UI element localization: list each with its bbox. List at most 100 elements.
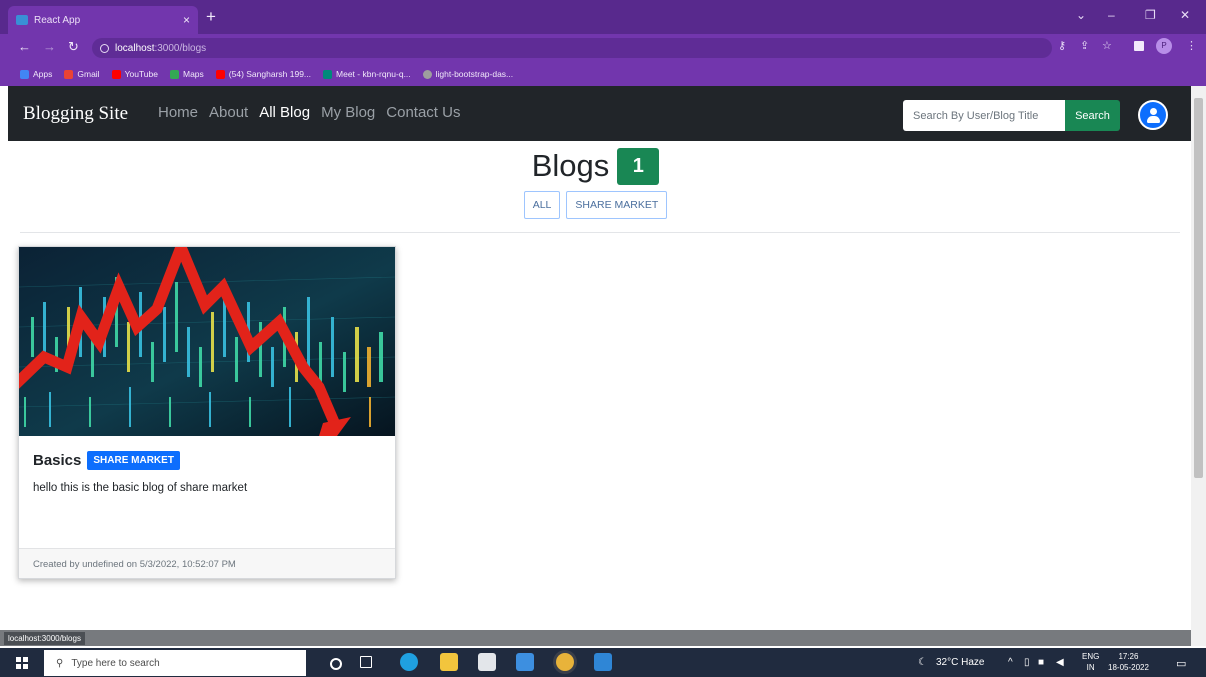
language-code: ENG <box>1082 652 1100 661</box>
region-code: IN <box>1086 663 1095 672</box>
nav-link-my-blog[interactable]: My Blog <box>321 104 375 121</box>
search-button[interactable]: Search <box>1065 100 1120 131</box>
weather-text[interactable]: 32°C Haze <box>936 657 984 668</box>
extension-icon[interactable] <box>1134 41 1144 51</box>
share-icon[interactable]: ⇪ <box>1080 39 1089 52</box>
youtube-icon <box>215 69 225 79</box>
github-icon <box>422 69 432 79</box>
link-status-bubble: localhost:3000/blogs <box>4 632 85 645</box>
scrollbar-thumb[interactable] <box>1194 98 1203 478</box>
bookmark-label: light-bootstrap-das... <box>435 69 514 79</box>
bookmark-apps[interactable]: Apps <box>20 69 52 79</box>
category-filters: ALL SHARE MARKET <box>0 191 1191 219</box>
profile-avatar[interactable]: P <box>1156 38 1172 54</box>
avatar-head <box>1150 108 1157 115</box>
brand-logo[interactable]: Blogging Site <box>23 103 128 125</box>
clock-time: 17:26 <box>1118 652 1139 661</box>
edge-icon[interactable] <box>400 653 418 671</box>
chrome-menu-icon[interactable]: ⋮ <box>1186 39 1197 52</box>
search-icon: ⚲ <box>56 657 64 669</box>
screen: React App × + ⌄ – ❐ ✕ ← → ↻ localhost:30… <box>0 0 1206 677</box>
cortana-icon[interactable] <box>330 658 342 670</box>
maximize-icon[interactable]: ❐ <box>1145 8 1156 22</box>
user-avatar-icon[interactable] <box>1138 100 1168 130</box>
nav-link-contact-us[interactable]: Contact Us <box>386 104 460 121</box>
tab-close-icon[interactable]: × <box>183 13 190 27</box>
browser-tab[interactable]: React App × <box>8 6 198 34</box>
bookmark-label: Gmail <box>77 69 100 79</box>
search-input[interactable] <box>903 100 1065 131</box>
bookmark-label: Meet - kbn-rqnu-q... <box>336 69 411 79</box>
vscode-icon[interactable] <box>594 653 612 671</box>
filter-all-button[interactable]: ALL <box>523 191 561 219</box>
bookmark-meet[interactable]: Meet - kbn-rqnu-q... <box>323 69 411 79</box>
card-title-row: Basics SHARE MARKET <box>33 451 180 470</box>
taskbar-search-box[interactable]: ⚲ Type here to search <box>44 650 306 676</box>
tab-title: React App <box>34 14 81 26</box>
react-favicon-icon <box>16 15 28 25</box>
page-header: Blogs 1 <box>0 145 1191 187</box>
app-navbar: Blogging Site Home About All Blog My Blo… <box>8 86 1191 141</box>
url-path: :3000/blogs <box>154 42 207 54</box>
language-indicator[interactable]: ENG IN <box>1082 651 1099 673</box>
maps-icon <box>169 69 179 79</box>
status-strip <box>0 630 1191 646</box>
bookmark-sangharsh[interactable]: (54) Sangharsh 199... <box>215 69 312 79</box>
bookmark-youtube[interactable]: YouTube <box>111 69 158 79</box>
minimize-icon[interactable]: – <box>1108 8 1115 22</box>
bookmark-label: YouTube <box>124 69 158 79</box>
nav-link-all-blog[interactable]: All Blog <box>259 104 310 121</box>
site-info-icon[interactable] <box>100 43 109 53</box>
forward-arrow-icon[interactable]: → <box>43 40 56 54</box>
taskbar-clock[interactable]: 17:26 18-05-2022 <box>1108 651 1149 673</box>
weather-icon[interactable]: ☾ <box>918 657 927 668</box>
bookmark-label: Maps <box>182 69 204 79</box>
bookmark-star-icon[interactable]: ☆ <box>1102 39 1112 52</box>
bookmark-light-bootstrap[interactable]: light-bootstrap-das... <box>422 69 514 79</box>
windows-start-icon[interactable] <box>16 657 28 669</box>
blog-card[interactable]: Basics SHARE MARKET hello this is the ba… <box>18 246 396 579</box>
blog-title[interactable]: Basics <box>33 452 81 469</box>
back-arrow-icon[interactable]: ← <box>18 40 31 54</box>
new-tab-button[interactable]: + <box>206 8 216 26</box>
mail-icon[interactable] <box>516 653 534 671</box>
nav-link-about[interactable]: About <box>209 104 248 121</box>
close-window-icon[interactable]: ✕ <box>1180 8 1190 22</box>
bookmarks-bar: Apps Gmail YouTube Maps (54) Sangharsh 1… <box>0 62 1206 86</box>
file-explorer-icon[interactable] <box>440 653 458 671</box>
avatar-body <box>1147 116 1160 123</box>
battery-icon[interactable]: ▯ <box>1024 657 1030 668</box>
address-bar[interactable]: localhost:3000/blogs <box>92 38 1052 58</box>
bookmark-label: Apps <box>33 69 53 79</box>
camera-icon[interactable]: ■ <box>1038 657 1044 668</box>
gmail-icon <box>64 69 74 79</box>
stock-chart-image <box>19 247 395 436</box>
page-title: Blogs <box>531 148 610 183</box>
bookmark-label: (54) Sangharsh 199... <box>228 69 312 79</box>
filter-share-market-button[interactable]: SHARE MARKET <box>566 191 668 219</box>
bookmark-maps[interactable]: Maps <box>169 69 204 79</box>
task-view-icon[interactable] <box>360 656 372 668</box>
blog-count-badge: 1 <box>617 147 660 185</box>
nav-link-home[interactable]: Home <box>158 104 198 121</box>
volume-icon[interactable]: ◀ <box>1056 657 1064 668</box>
clock-date: 18-05-2022 <box>1108 663 1149 672</box>
nav-links: Home About All Blog My Blog Contact Us <box>158 104 460 121</box>
meet-icon <box>323 69 333 79</box>
category-badge[interactable]: SHARE MARKET <box>87 451 180 470</box>
bookmark-gmail[interactable]: Gmail <box>64 69 100 79</box>
tray-chevron-icon[interactable]: ^ <box>1008 657 1013 668</box>
blog-excerpt: hello this is the basic blog of share ma… <box>33 482 248 494</box>
notifications-icon[interactable]: ▭ <box>1176 657 1186 670</box>
youtube-icon <box>111 69 121 79</box>
store-icon[interactable] <box>478 653 496 671</box>
apps-grid-icon <box>20 69 29 79</box>
password-key-icon[interactable]: ⚷ <box>1058 39 1066 52</box>
divider <box>20 232 1180 233</box>
taskbar-search-placeholder: Type here to search <box>71 657 160 669</box>
chrome-taskbar-icon[interactable] <box>556 653 574 671</box>
card-footer: Created by undefined on 5/3/2022, 10:52:… <box>19 548 395 578</box>
url-host: localhost <box>115 42 155 54</box>
tab-search-chevron-icon[interactable]: ⌄ <box>1076 8 1086 22</box>
reload-icon[interactable]: ↻ <box>68 40 79 54</box>
